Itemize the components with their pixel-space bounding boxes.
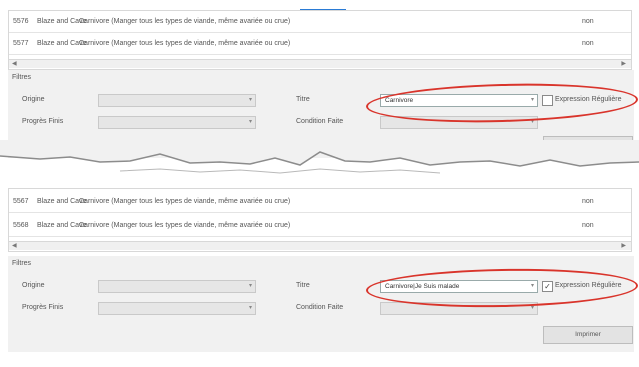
row-id: 5576 [13,18,29,25]
row-value: non [582,18,594,25]
link-underline[interactable] [300,0,346,10]
table-row[interactable]: 5567 Blaze and Cave Carnivore (Manger to… [9,191,631,213]
row-value: non [582,222,594,229]
chevron-down-icon: ▾ [248,97,252,103]
cropped-top-text [0,0,639,10]
horizontal-scrollbar[interactable]: ◀ ▶ [9,241,631,250]
row-id: 5567 [13,198,29,205]
row-value: non [582,40,594,47]
print-button[interactable]: Imprimer [543,326,633,344]
progres-label: Progrès Finis [22,118,64,125]
progres-label: Progrès Finis [22,304,64,311]
origine-label: Origine [22,282,45,289]
filters-title: Filtres [12,74,32,81]
origine-select[interactable]: ▾ [98,94,256,107]
titre-label: Titre [296,282,310,289]
row-description: Carnivore (Manger tous les types de vian… [79,198,291,205]
row-id: 5568 [13,222,29,229]
table-row[interactable]: 5576 Blaze and Cave Carnivore (Manger to… [9,11,631,33]
horizontal-scrollbar[interactable]: ◀ ▶ [9,59,631,68]
scroll-right-icon[interactable]: ▶ [621,60,626,68]
titre-label: Titre [296,96,310,103]
scroll-left-icon[interactable]: ◀ [12,242,17,250]
table-row[interactable]: 5568 Blaze and Cave Carnivore (Manger to… [9,215,631,237]
filters-title: Filtres [12,260,32,267]
scroll-right-icon[interactable]: ▶ [621,242,626,250]
progres-select[interactable]: ▾ [98,302,256,315]
scroll-left-icon[interactable]: ◀ [12,60,17,68]
condition-label: Condition Faite [296,118,344,125]
torn-edge-divider [0,140,639,180]
row-description: Carnivore (Manger tous les types de vian… [79,18,291,25]
row-description: Carnivore (Manger tous les types de vian… [79,40,291,47]
origine-select[interactable]: ▾ [98,280,256,293]
condition-label: Condition Faite [296,304,344,311]
origine-label: Origine [22,96,45,103]
chevron-down-icon: ▾ [248,283,252,289]
results-grid-top: 5576 Blaze and Cave Carnivore (Manger to… [8,10,632,70]
progres-select[interactable]: ▾ [98,116,256,129]
row-description: Carnivore (Manger tous les types de vian… [79,222,291,229]
chevron-down-icon: ▾ [248,305,252,311]
results-grid-bottom: 5567 Blaze and Cave Carnivore (Manger to… [8,188,632,252]
table-row[interactable]: 5577 Blaze and Cave Carnivore (Manger to… [9,33,631,55]
row-id: 5577 [13,40,29,47]
chevron-down-icon: ▾ [248,119,252,125]
row-value: non [582,198,594,205]
